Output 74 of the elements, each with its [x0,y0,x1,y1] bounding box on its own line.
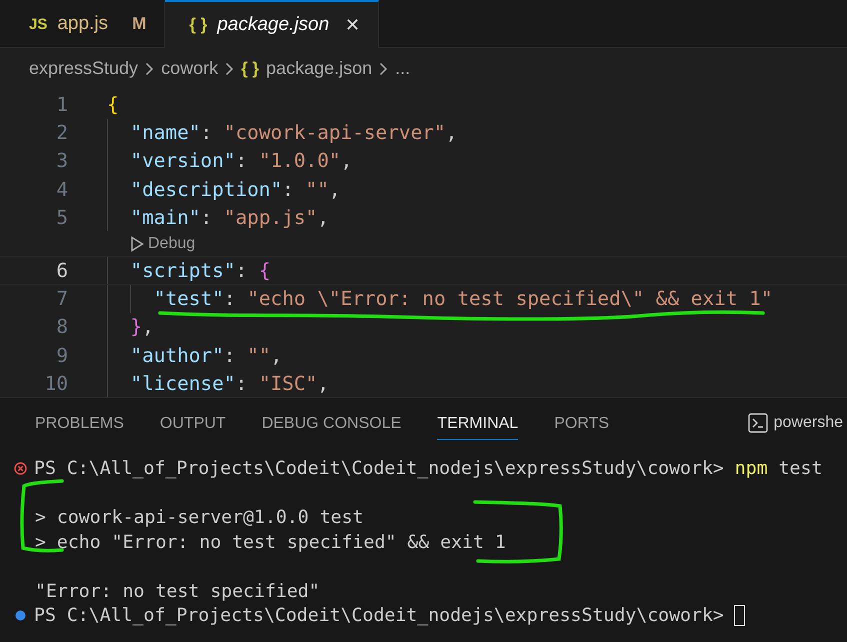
json-punctuation: , [328,178,341,201]
json-punctuation: , [446,121,458,144]
json-punctuation: : [282,178,295,201]
json-key: "test" [154,287,224,310]
chevron-icon [225,62,234,76]
terminal-argument: test [778,458,822,480]
play-icon[interactable] [130,236,144,252]
json-punctuation: : [224,344,236,367]
json-key: "main" [130,206,200,229]
line-number: 3 [55,149,68,172]
panel-tab[interactable]: PORTS [554,406,610,440]
json-punctuation: : [224,287,237,310]
panel-tab[interactable]: OUTPUT [160,406,226,440]
terminal-command: npm [734,458,768,480]
panel-tab[interactable]: DEBUG CONSOLE [262,406,402,440]
breadcrumb-item[interactable]: cowork [161,58,218,80]
breadcrumb-item[interactable]: package.json [266,58,372,80]
json-punctuation: , [317,372,329,395]
json-string: "app.js" [224,206,318,229]
terminal-prompt: PS C:\All_of_Projects\Codeit\Codeit_nodejs\expressStudy\cowork> [34,458,724,480]
json-string: "1.0.0" [258,149,341,172]
close-icon[interactable]: ✕ [345,14,360,36]
json-file-icon: { } [189,14,208,35]
chevron-icon [379,62,388,76]
js-file-icon: JS [29,16,48,33]
chevron-icon [145,62,154,76]
json-string: "echo \"Error: no test specified\" && exit 1" [247,287,773,310]
json-file-icon: { } [241,58,260,79]
json-key: "scripts" [130,259,236,282]
json-string: "" [306,178,329,201]
modified-label: M [132,14,146,34]
terminal-icon[interactable] [748,413,768,434]
panel-tab[interactable]: PROBLEMS [35,406,124,440]
line-number: 6 [55,259,68,282]
panel-tab[interactable]: TERMINAL [437,406,518,440]
tab-label: app.js [57,13,108,36]
line-number: 1 [55,93,68,116]
terminal-output: "Error: no test specified" [35,580,320,602]
breadcrumb-item[interactable]: ... [395,58,410,80]
line-number: 4 [55,178,68,201]
json-key: "license" [130,372,236,395]
line-number: 8 [55,315,68,338]
json-punctuation: : [235,149,248,172]
line-number: 10 [44,372,68,395]
json-punctuation: , [317,206,329,229]
terminal-output: > echo "Error: no test specified" && exit 1 [35,532,506,553]
json-punctuation: : [200,206,214,229]
json-punctuation: : [235,372,248,395]
shell-name[interactable]: powershe [774,414,843,432]
json-string: "cowork-api-server" [224,121,446,144]
editor-tab[interactable]: { } package.json ✕ [165,0,380,48]
json-punctuation: : [200,121,214,144]
json-punctuation: , [340,149,352,172]
json-key: "author" [130,344,224,367]
json-string: "ISC" [258,372,318,395]
json-punctuation: : [235,259,248,282]
breadcrumb-item[interactable]: expressStudy [29,58,138,80]
json-brace: { [107,93,119,116]
json-brace: } [130,315,142,338]
json-key: "description" [130,178,282,201]
json-key: "name" [130,121,200,144]
line-number: 9 [55,344,68,367]
debug-codelens[interactable]: Debug [148,234,196,253]
line-number: 5 [55,206,68,229]
json-punctuation: , [270,344,282,367]
json-key: "version" [130,149,236,172]
json-brace: { [258,259,271,282]
terminal-output: > cowork-api-server@1.0.0 test [35,507,364,528]
terminal-prompt: PS C:\All_of_Projects\Codeit\Codeit_nodejs\expressStudy\cowork> [34,605,724,626]
tab-label: package.json [217,14,330,36]
line-number: 2 [55,121,68,144]
line-number: 7 [55,287,68,310]
json-string: "" [247,344,271,367]
json-punctuation: , [142,315,154,338]
